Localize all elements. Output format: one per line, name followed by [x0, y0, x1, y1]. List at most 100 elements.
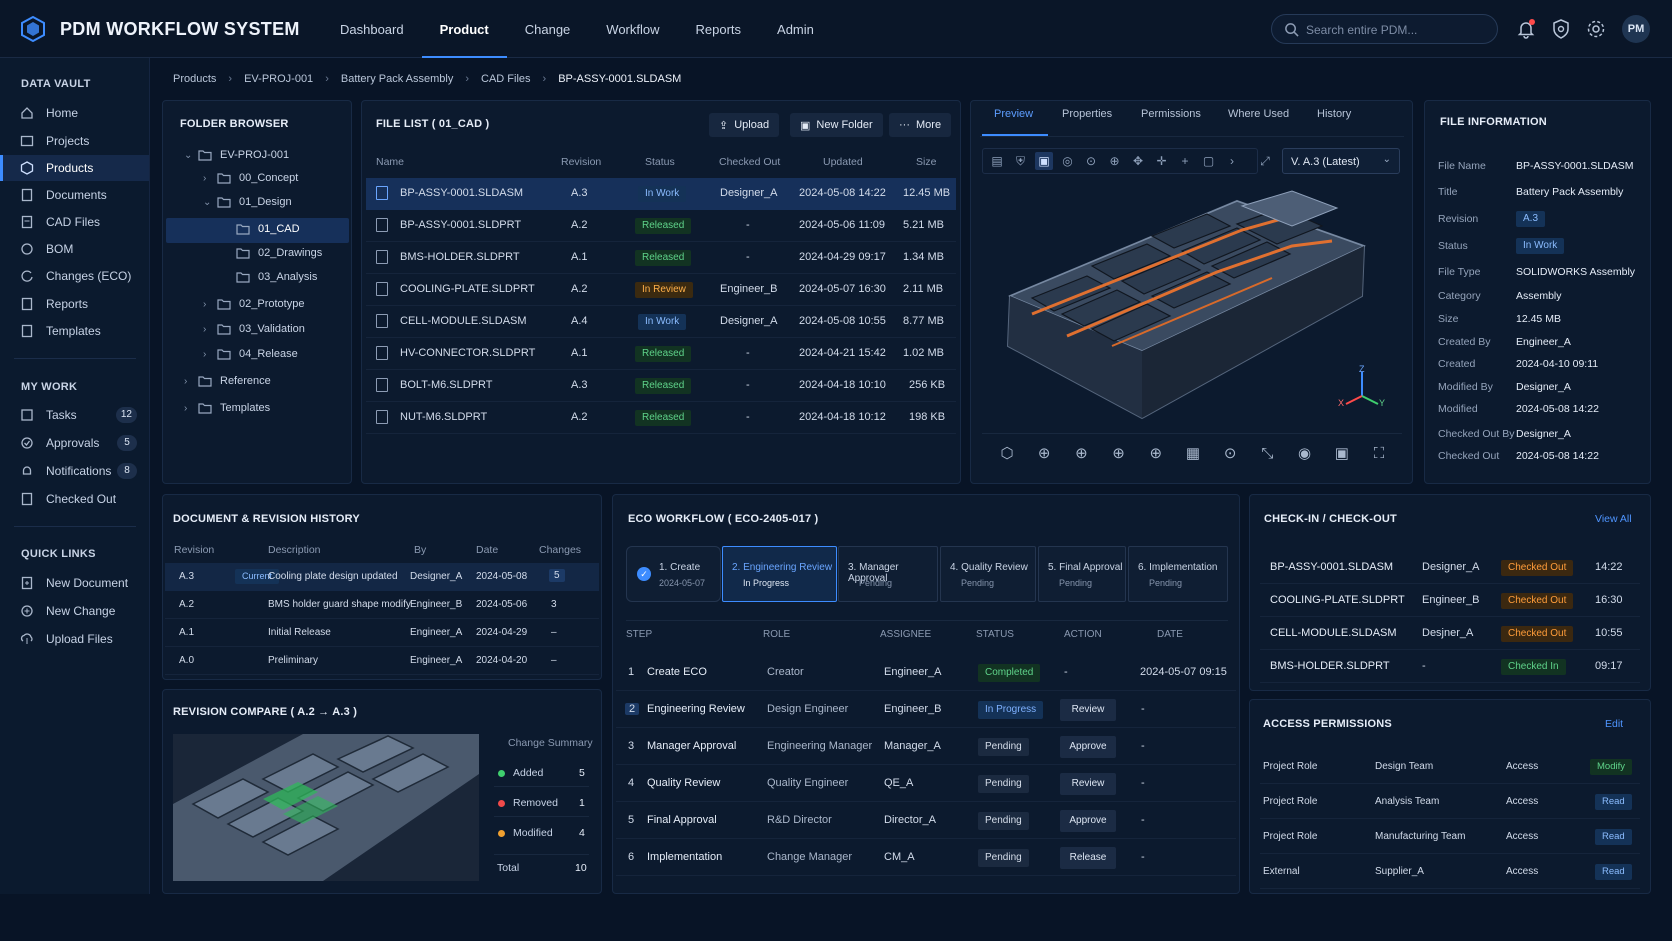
box-icon[interactable]: ▢: [1200, 152, 1218, 170]
folder-tree-item[interactable]: › 03_Validation: [203, 318, 305, 340]
column-header-checked-out[interactable]: Checked Out: [719, 156, 780, 168]
zoom-fit-icon[interactable]: ⊙: [1220, 444, 1240, 464]
rotate-icon[interactable]: ◎: [1059, 152, 1077, 170]
move-icon[interactable]: ✛: [1153, 152, 1171, 170]
tab-preview[interactable]: Preview: [994, 108, 1033, 120]
sidebar-item-reports[interactable]: Reports: [0, 291, 149, 317]
revision-compare-preview[interactable]: [173, 734, 479, 881]
user-avatar[interactable]: PM: [1622, 15, 1650, 43]
sidebar-item-bom[interactable]: BOM: [0, 236, 149, 262]
zoom-icon[interactable]: ⊙: [1082, 152, 1100, 170]
shield-settings-icon[interactable]: [1550, 18, 1572, 40]
table-row[interactable]: 3 Manager Approval Engineering Manager Mana…: [616, 729, 1236, 765]
sidebar-item-checked-out[interactable]: Checked Out: [0, 486, 149, 512]
table-row[interactable]: BMS-HOLDER.SLDPRT A.1 Released - 2024-04-29 …: [366, 242, 956, 274]
crosshair-icon[interactable]: ⊕: [1109, 444, 1129, 464]
sidebar-item-tasks[interactable]: Tasks 12: [0, 402, 149, 428]
column-header-revision[interactable]: Revision: [561, 156, 601, 168]
breadcrumb-item[interactable]: Products: [173, 73, 216, 85]
column-header-name[interactable]: Name: [376, 156, 404, 168]
table-row[interactable]: CELL-MODULE.SLDASM Desjner_A Checked Out 10…: [1260, 617, 1640, 650]
chevron-icon[interactable]: ›: [184, 403, 198, 414]
table-row[interactable]: BP-ASSY-0001.SLDASM A.3 In Work Designer_A 2…: [366, 178, 956, 210]
breadcrumb-item[interactable]: Battery Pack Assembly: [341, 73, 454, 85]
orbit-icon[interactable]: ⊕: [1146, 444, 1166, 464]
workflow-step[interactable]: 6. Implementation Pending: [1128, 546, 1228, 602]
camera-icon[interactable]: ◉: [1295, 444, 1315, 464]
search-input[interactable]: Search entire PDM...: [1271, 14, 1498, 44]
table-row[interactable]: NUT-M6.SLDPRT A.2 Released - 2024-04-18 10:1…: [366, 402, 956, 434]
cube-icon[interactable]: ⬡: [997, 444, 1017, 464]
folder-tree-item[interactable]: › Reference: [184, 370, 271, 392]
add-icon[interactable]: +: [1176, 152, 1194, 170]
version-select[interactable]: V. A.3 (Latest) ⌄: [1282, 148, 1400, 174]
nav-admin[interactable]: Admin: [759, 0, 832, 58]
sidebar-item-products[interactable]: Products: [0, 155, 149, 181]
sidebar-item-home[interactable]: Home: [0, 100, 149, 126]
breadcrumb-item[interactable]: CAD Files: [481, 73, 531, 85]
folder-tree-item[interactable]: 02_Drawings: [222, 242, 322, 264]
nav-dashboard[interactable]: Dashboard: [322, 0, 422, 58]
folder-tree-item[interactable]: ⌄ 01_Design: [203, 191, 292, 213]
folder-tree-item[interactable]: 03_Analysis: [222, 266, 317, 288]
chevron-icon[interactable]: ›: [203, 349, 217, 360]
action-button[interactable]: Release: [1060, 847, 1116, 869]
quick-link-new-change[interactable]: New Change: [0, 598, 149, 624]
tab-history[interactable]: History: [1317, 108, 1351, 120]
table-row[interactable]: HV-CONNECTOR.SLDPRT A.1 Released - 2024-04-2…: [366, 338, 956, 370]
fullscreen-icon[interactable]: ⛶: [1369, 444, 1389, 464]
chevron-icon[interactable]: ›: [203, 324, 217, 335]
zoom-in-icon[interactable]: ⊕: [1106, 152, 1124, 170]
chevron-icon[interactable]: ›: [184, 376, 198, 387]
tab-properties[interactable]: Properties: [1062, 108, 1112, 120]
action-button[interactable]: Approve: [1060, 736, 1116, 758]
sidebar-item-notifications[interactable]: Notifications 8: [0, 458, 149, 484]
table-row[interactable]: A.1 Initial Release Engineer_A 2024-04-29 –: [165, 619, 599, 647]
table-row[interactable]: Project Role Analysis Team Access Read: [1260, 785, 1640, 819]
next-icon[interactable]: ›: [1223, 152, 1241, 170]
pan-icon[interactable]: ✥: [1129, 152, 1147, 170]
workflow-step[interactable]: 5. Final Approval Pending: [1038, 546, 1126, 602]
column-header-size[interactable]: Size: [916, 156, 936, 168]
sidebar-item-approvals[interactable]: Approvals 5: [0, 430, 149, 456]
table-row[interactable]: 6 Implementation Change Manager CM_A Pending…: [616, 840, 1236, 876]
zoom-icon[interactable]: ⊕: [1034, 444, 1054, 464]
folder-tree-item[interactable]: › 00_Concept: [203, 167, 298, 189]
workflow-step[interactable]: ✓ 1. Create 2024-05-07: [626, 546, 721, 602]
nav-workflow[interactable]: Workflow: [588, 0, 677, 58]
table-row[interactable]: BMS-HOLDER.SLDPRT - Checked In 09:17: [1260, 650, 1640, 683]
table-row[interactable]: 4 Quality Review Quality Engineer QE_A Pendi…: [616, 766, 1236, 802]
action-button[interactable]: Approve: [1060, 810, 1116, 832]
table-row[interactable]: Project Role Manufacturing Team Access Read: [1260, 820, 1640, 854]
column-header-status[interactable]: Status: [645, 156, 675, 168]
folder-tree-item[interactable]: 01_CAD: [222, 218, 300, 240]
folder-tree-item[interactable]: › 04_Release: [203, 343, 298, 365]
table-row[interactable]: BP-ASSY-0001.SLDASM Designer_A Checked Out…: [1260, 551, 1640, 584]
folder-tree-item[interactable]: › 02_Prototype: [203, 293, 304, 315]
nav-reports[interactable]: Reports: [678, 0, 760, 58]
shield-icon[interactable]: ⛨: [1012, 152, 1030, 170]
nav-product[interactable]: Product: [421, 0, 507, 58]
cube-view-icon[interactable]: ▣: [1035, 152, 1053, 170]
sidebar-item-changes[interactable]: Changes (ECO): [0, 263, 149, 289]
upload-button[interactable]: ⇪ Upload: [709, 113, 780, 137]
fit-icon[interactable]: ⤢: [1256, 152, 1274, 170]
sidebar-item-cad-files[interactable]: CAD Files: [0, 209, 149, 235]
table-row[interactable]: COOLING-PLATE.SLDPRT A.2 In Review Engineer…: [366, 274, 956, 306]
quick-link-upload-files[interactable]: Upload Files: [0, 626, 149, 652]
table-row[interactable]: COOLING-PLATE.SLDPRT Engineer_B Checked Ou…: [1260, 584, 1640, 617]
chevron-icon[interactable]: ›: [203, 299, 217, 310]
tab-where-used[interactable]: Where Used: [1228, 108, 1289, 120]
battery-pack-3d-model[interactable]: [992, 186, 1392, 426]
chevron-icon[interactable]: ⌄: [203, 197, 217, 208]
table-row[interactable]: BP-ASSY-0001.SLDPRT A.2 Released - 2024-05-0…: [366, 210, 956, 242]
column-header-updated[interactable]: Updated: [823, 156, 863, 168]
workflow-step[interactable]: 4. Quality Review Pending: [940, 546, 1036, 602]
breadcrumb-item[interactable]: EV-PROJ-001: [244, 73, 313, 85]
more-button[interactable]: ··· More: [889, 113, 952, 137]
grid-icon[interactable]: ▦: [1183, 444, 1203, 464]
sidebar-item-documents[interactable]: Documents: [0, 182, 149, 208]
workflow-step[interactable]: 2. Engineering Review In Progress: [722, 546, 837, 602]
table-row[interactable]: A.0 Preliminary Engineer_A 2024-04-20 –: [165, 647, 599, 675]
access-edit-link[interactable]: Edit: [1605, 718, 1623, 730]
